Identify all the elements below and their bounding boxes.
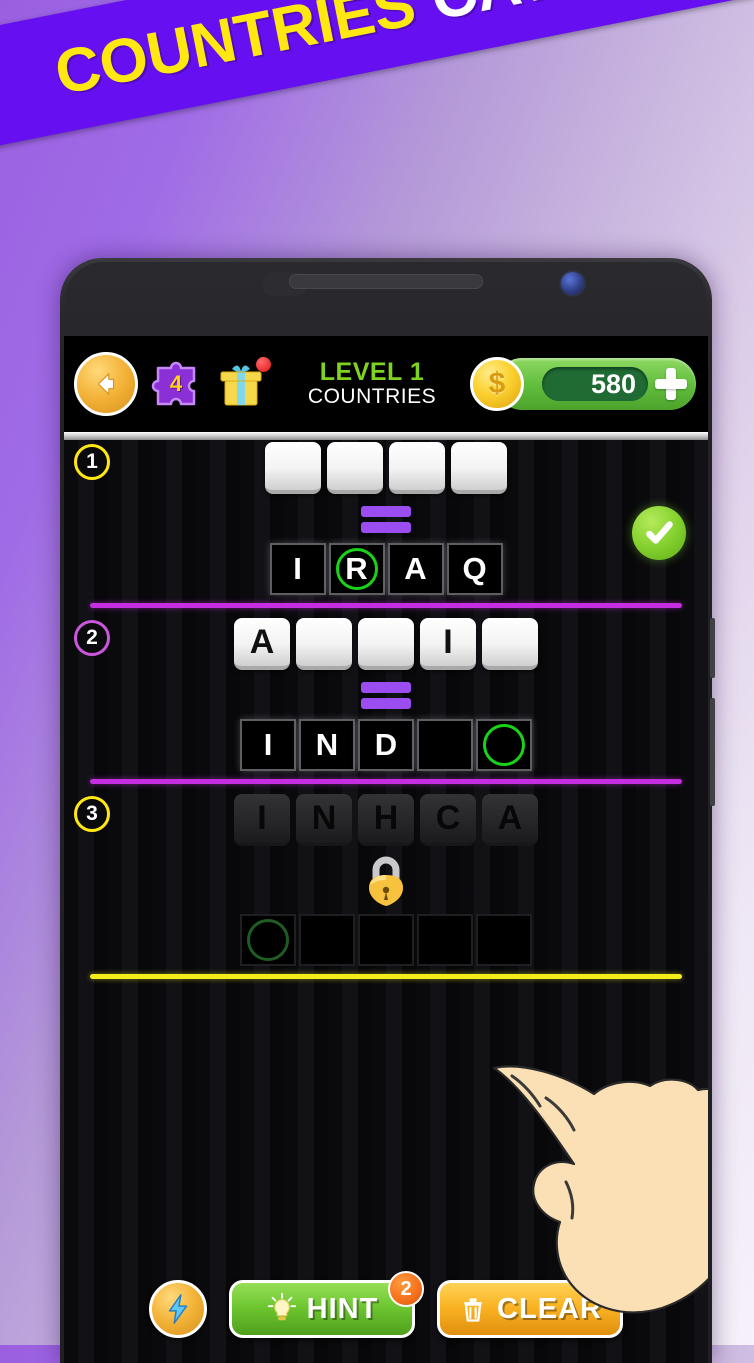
equals-sign-icon xyxy=(64,682,708,709)
row-1-scramble-tiles xyxy=(64,442,708,494)
answer-slot[interactable]: I xyxy=(240,719,296,771)
lightbulb-icon xyxy=(267,1293,296,1321)
row-3-locked-indicator xyxy=(355,848,417,910)
volume-up-button[interactable] xyxy=(710,618,715,678)
answer-slot[interactable] xyxy=(417,719,473,771)
lightning-bolt-icon xyxy=(168,1294,188,1324)
clear-button[interactable]: CLEAR xyxy=(437,1280,623,1338)
check-icon xyxy=(646,521,673,544)
clear-button-label: CLEAR xyxy=(497,1292,602,1325)
row-number-badge-3: 3 xyxy=(74,796,110,832)
coin-amount-label: 580 xyxy=(542,367,648,401)
boost-button[interactable] xyxy=(149,1280,207,1338)
puzzle-row-1: 1 I R A Q xyxy=(64,432,708,603)
add-coins-button[interactable] xyxy=(654,367,688,401)
scramble-tile: A xyxy=(482,794,538,846)
scramble-tile: H xyxy=(358,794,414,846)
game-screen: 4 LEVEL 1 COUNTRIES $ 580 1 I R A Q 2 A … xyxy=(64,336,708,1363)
trash-icon xyxy=(464,1298,482,1322)
answer-slot[interactable]: Q xyxy=(446,543,503,595)
puzzle-row-3: 3 I N H C A xyxy=(64,784,708,974)
row-1-solved-check xyxy=(632,506,686,560)
answer-letter: I xyxy=(263,727,273,762)
back-arrow-icon xyxy=(97,373,115,395)
gift-notification-dot xyxy=(256,357,271,372)
puzzle-rows: 1 I R A Q 2 A I I N D 3 I N H C A xyxy=(64,432,708,979)
answer-slot[interactable]: D xyxy=(358,719,414,771)
answer-slot[interactable]: R xyxy=(328,543,385,595)
hint-button-label: HINT xyxy=(306,1292,379,1325)
scramble-tile[interactable]: A xyxy=(234,618,290,670)
padlock-icon xyxy=(369,856,403,906)
scramble-tile[interactable] xyxy=(265,442,321,494)
answer-slot xyxy=(358,914,414,966)
promo-banner-word-category: CATEGORY xyxy=(425,0,754,34)
phone-mockup: 4 LEVEL 1 COUNTRIES $ 580 1 I R A Q 2 A … xyxy=(60,258,715,1363)
category-label: COUNTRIES xyxy=(307,385,437,409)
answer-slot xyxy=(299,914,355,966)
row-3-scramble-tiles: I N H C A xyxy=(64,794,708,846)
front-camera-icon xyxy=(561,272,584,295)
cursor-ring-icon xyxy=(483,724,525,766)
answer-slot[interactable]: A xyxy=(387,543,444,595)
answer-letter: I xyxy=(293,551,302,586)
row-2-scramble-tiles: A I xyxy=(64,618,708,670)
row-2-answer-slots: I N D xyxy=(64,719,708,771)
answer-slot xyxy=(417,914,473,966)
level-label: LEVEL 1 xyxy=(319,358,425,387)
volume-down-button[interactable] xyxy=(710,698,715,806)
cursor-ring-icon xyxy=(247,919,289,961)
row-3-answer-slots xyxy=(64,914,708,966)
game-footer: HINT 2 CLEAR xyxy=(64,1271,708,1345)
promo-banner: COUNTRIES CATEGORY xyxy=(0,0,754,210)
row-divider-3 xyxy=(90,974,682,979)
answer-slot[interactable]: I xyxy=(269,543,326,595)
row-number-badge-2: 2 xyxy=(74,620,110,656)
puzzle-row-2: 2 A I I N D xyxy=(64,608,708,779)
row-1-answer-slots: I R A Q xyxy=(64,543,708,595)
answer-slot[interactable]: N xyxy=(299,719,355,771)
level-info: LEVEL 1 COUNTRIES xyxy=(274,359,470,409)
scramble-tile: I xyxy=(234,794,290,846)
gift-button[interactable] xyxy=(212,355,271,413)
scramble-tile[interactable] xyxy=(389,442,445,494)
header-divider xyxy=(64,432,708,440)
puzzle-pieces-button[interactable]: 4 xyxy=(148,356,204,412)
answer-slot xyxy=(240,914,296,966)
hint-button[interactable]: HINT 2 xyxy=(229,1271,424,1338)
answer-letter: Q xyxy=(462,551,487,586)
answer-letter: N xyxy=(315,727,339,762)
back-button[interactable] xyxy=(74,352,138,416)
answer-slot xyxy=(476,914,532,966)
scramble-tile[interactable]: I xyxy=(420,618,476,670)
answer-letter: A xyxy=(404,551,427,586)
answer-letter: D xyxy=(374,727,398,762)
scramble-tile[interactable] xyxy=(482,618,538,670)
hint-count-badge: 2 xyxy=(388,1271,424,1307)
scramble-tile: C xyxy=(420,794,476,846)
cursor-ring-icon xyxy=(335,548,378,590)
answer-slot[interactable] xyxy=(476,719,532,771)
coin-pill: 580 xyxy=(496,358,696,410)
puzzle-count-label: 4 xyxy=(169,371,183,396)
earpiece-speaker-icon xyxy=(289,274,483,289)
coin-icon: $ xyxy=(470,357,524,411)
scramble-tile[interactable] xyxy=(451,442,507,494)
coin-counter[interactable]: $ 580 xyxy=(470,357,696,411)
game-header: 4 LEVEL 1 COUNTRIES $ 580 xyxy=(64,336,708,432)
promo-banner-ribbon: COUNTRIES CATEGORY xyxy=(0,0,754,155)
scramble-tile: N xyxy=(296,794,352,846)
scramble-tile[interactable] xyxy=(358,618,414,670)
promo-banner-word-countries: COUNTRIES xyxy=(49,0,422,108)
equals-sign-icon xyxy=(64,506,708,533)
row-number-badge-1: 1 xyxy=(74,444,110,480)
scramble-tile[interactable] xyxy=(327,442,383,494)
scramble-tile[interactable] xyxy=(296,618,352,670)
